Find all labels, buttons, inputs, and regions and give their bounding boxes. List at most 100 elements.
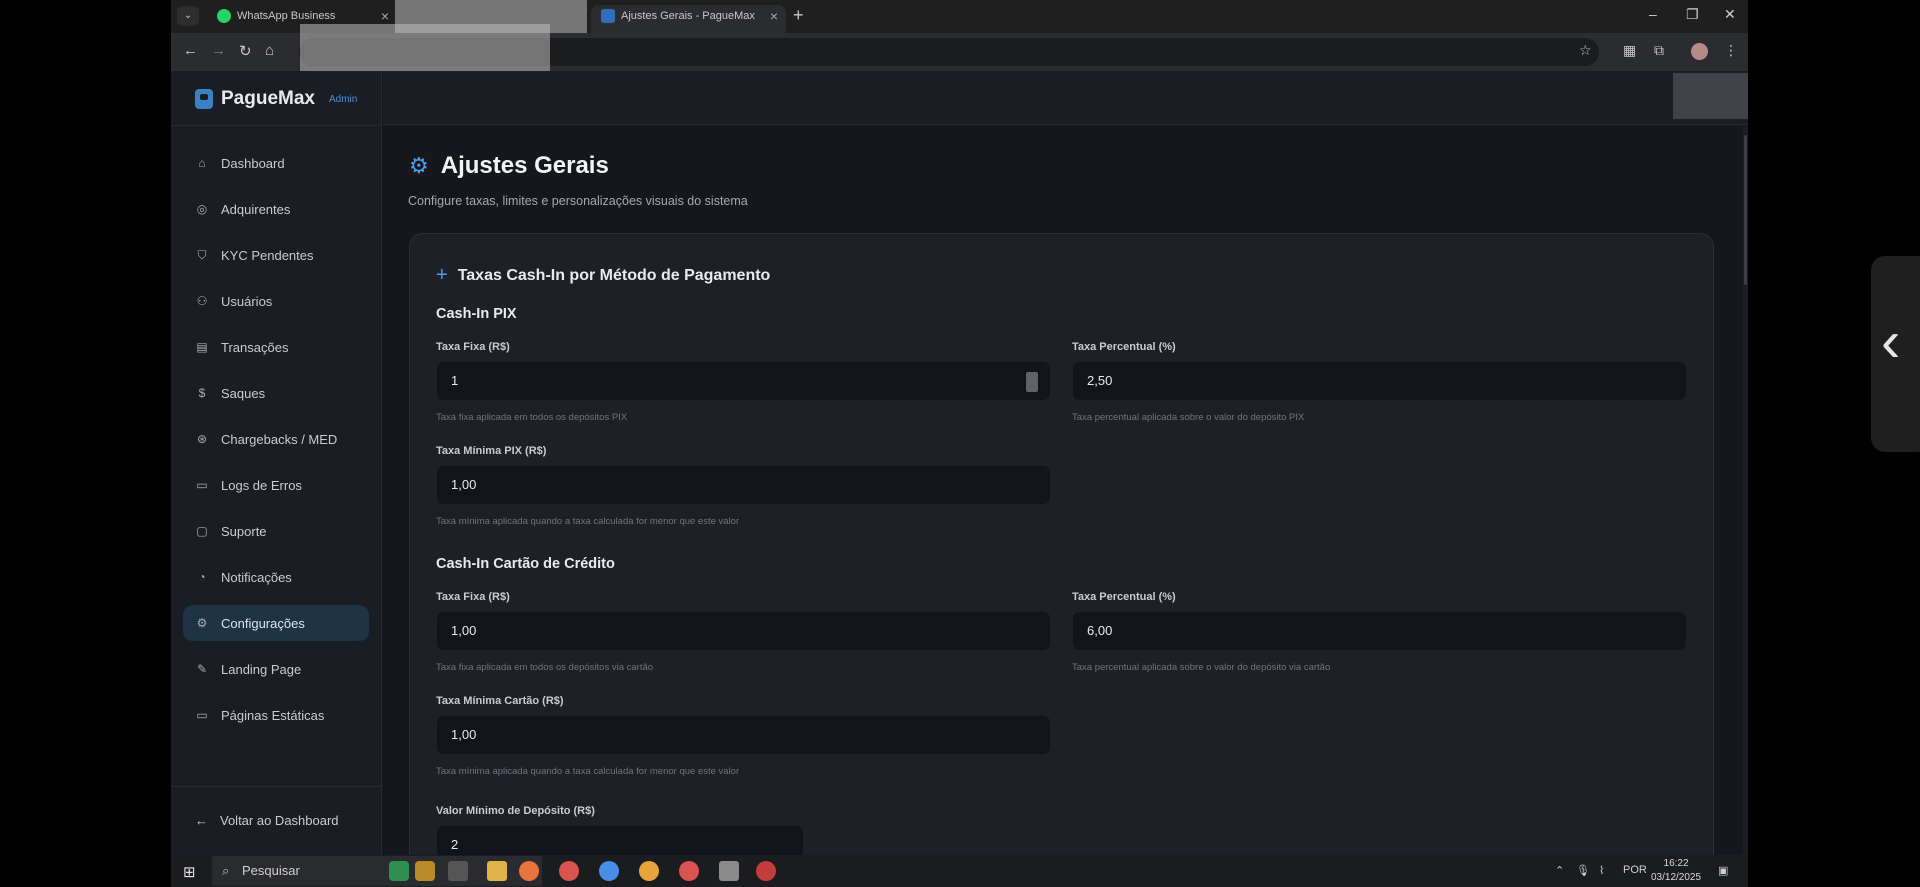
extension-icon[interactable]: ▦ — [1623, 42, 1636, 59]
input-value: 1 — [451, 373, 459, 388]
accessibility-icon[interactable] — [415, 861, 435, 881]
pix-min-hint: Taxa mínima aplicada quando a taxa calcu… — [436, 516, 740, 527]
microphone-icon[interactable]: 🎙 — [1576, 864, 1590, 877]
card-percent-input[interactable]: 6,00 — [1072, 611, 1687, 651]
brand-name: PagueMax — [221, 88, 315, 109]
chat-icon: ▢ — [196, 524, 208, 538]
sidebar-item-landing-page[interactable]: ✎ Landing Page — [183, 651, 369, 687]
sidebar-item-logs[interactable]: ▭ Logs de Erros — [183, 467, 369, 503]
shield-icon: ⛉ — [197, 247, 207, 262]
maximize-icon[interactable]: ❐ — [1686, 6, 1699, 23]
chevron-left-icon: ‹ — [1881, 309, 1901, 374]
edit-icon: ✎ — [196, 662, 208, 676]
card-fixed-label: Taxa Fixa (R$) — [436, 591, 510, 603]
pix-fixed-input[interactable]: 1 — [436, 361, 1051, 401]
app-icon[interactable] — [756, 861, 776, 881]
sidebar-item-paginas-estaticas[interactable]: ▭ Páginas Estáticas — [183, 697, 369, 733]
input-value: 1,00 — [451, 727, 477, 742]
sidebar-item-chargebacks[interactable]: ⊛ Chargebacks / MED — [183, 421, 369, 457]
input-value: 1,00 — [451, 623, 477, 638]
search-icon: ⌕ — [222, 863, 230, 878]
search-placeholder: Pesquisar — [242, 863, 300, 878]
clock[interactable]: 16:22 03/12/2025 — [1651, 857, 1701, 885]
card-percent-hint: Taxa percentual aplicada sobre o valor d… — [1072, 662, 1331, 673]
dollar-circle-icon: ⊛ — [196, 432, 208, 446]
arrow-left-icon: ← — [195, 813, 208, 828]
sidebar-item-label: Chargebacks / MED — [221, 431, 338, 447]
sidebar-item-label: KYC Pendentes — [221, 247, 314, 263]
side-panel-handle[interactable]: ‹ — [1871, 256, 1920, 452]
puzzle-icon[interactable]: ⧉ — [1654, 42, 1664, 59]
menu-icon[interactable]: ⋮ — [1724, 42, 1738, 59]
paguemax-favicon-icon — [601, 9, 615, 23]
pix-fixed-hint: Taxa fixa aplicada em todos os depósitos… — [436, 412, 628, 423]
home-icon[interactable]: ⌂ — [265, 42, 274, 59]
chrome-icon[interactable] — [519, 861, 539, 881]
card-fixed-input[interactable]: 1,00 — [436, 611, 1051, 651]
clipboard-icon: ▤ — [196, 340, 208, 354]
sidebar-item-usuarios[interactable]: ⚇ Usuários — [183, 283, 369, 319]
chrome-icon[interactable] — [599, 861, 619, 881]
close-window-icon[interactable]: ✕ — [1724, 6, 1736, 23]
input-value: 2,50 — [1087, 373, 1113, 388]
card-title-text: Taxas Cash-In por Método de Pagamento — [457, 266, 771, 284]
app-icon[interactable] — [719, 861, 739, 881]
chrome-icon[interactable] — [559, 861, 579, 881]
accessibility-icon[interactable] — [389, 861, 409, 881]
new-tab-icon[interactable]: + — [793, 5, 804, 26]
home-icon: ⌂ — [198, 156, 206, 170]
page-title: Ajustes Gerais — [440, 152, 609, 179]
sidebar-item-notificacoes[interactable]: ◔ Notificações — [183, 559, 369, 595]
sidebar-item-saques[interactable]: $ Saques — [183, 375, 369, 411]
page-subtitle: Configure taxas, limites e personalizaçõ… — [408, 194, 748, 208]
task-view-icon[interactable] — [448, 861, 468, 881]
sidebar-item-label: Landing Page — [221, 661, 302, 677]
min-deposit-input[interactable]: 2 — [436, 825, 804, 855]
language-indicator[interactable]: POR — [1623, 864, 1647, 876]
sidebar-item-adquirentes[interactable]: ◎ Adquirentes — [183, 191, 369, 227]
chrome-icon[interactable] — [639, 861, 659, 881]
pix-min-input[interactable]: 1,00 — [436, 465, 1051, 505]
sidebar-item-label: Saques — [221, 385, 266, 401]
page-header: ⚙ Ajustes Gerais — [409, 152, 609, 180]
sidebar-item-label: Usuários — [221, 293, 273, 309]
gear-icon: ⚙ — [196, 616, 208, 630]
card-title: + Taxas Cash-In por Método de Pagamento — [436, 264, 770, 287]
pix-percent-input[interactable]: 2,50 — [1072, 361, 1687, 401]
forward-icon[interactable]: → — [211, 42, 226, 59]
windows-start-icon[interactable]: ⊞ — [183, 863, 196, 881]
close-icon[interactable]: × — [770, 5, 778, 27]
file-icon: ▭ — [196, 478, 208, 492]
back-icon[interactable]: ← — [183, 42, 198, 59]
target-icon: ◎ — [196, 202, 208, 216]
minimize-icon[interactable]: – — [1649, 6, 1657, 22]
chevron-up-icon[interactable]: ⌃ — [1555, 864, 1564, 877]
notification-icon[interactable]: ▣ — [1718, 864, 1728, 877]
scrollbar-thumb[interactable] — [1744, 135, 1747, 285]
sidebar-item-dashboard[interactable]: ⌂ Dashboard — [183, 145, 369, 181]
profile-avatar[interactable] — [1691, 43, 1708, 60]
sidebar-item-label: Dashboard — [221, 155, 285, 171]
input-value: 2 — [451, 837, 459, 852]
network-icon[interactable]: ⌇ — [1599, 864, 1604, 877]
input-value: 6,00 — [1087, 623, 1113, 638]
file-explorer-icon[interactable] — [487, 861, 507, 881]
tab-paguemax[interactable]: Ajustes Gerais - PagueMax × — [591, 5, 786, 33]
bookmark-star-icon[interactable]: ☆ — [1579, 42, 1592, 59]
card-min-label: Taxa Mínima Cartão (R$) — [436, 695, 564, 707]
card-min-input[interactable]: 1,00 — [436, 715, 1051, 755]
gear-icon: ⚙ — [409, 153, 429, 178]
sidebar-item-label: Logs de Erros — [221, 477, 302, 493]
sidebar-item-transacoes[interactable]: ▤ Transações — [183, 329, 369, 365]
admin-badge: Admin — [328, 93, 358, 105]
sidebar-item-configuracoes[interactable]: ⚙ Configurações — [183, 605, 369, 641]
sidebar-item-suporte[interactable]: ▢ Suporte — [183, 513, 369, 549]
brand[interactable]: PagueMax Admin — [195, 85, 357, 113]
back-to-dashboard-link[interactable]: ← Voltar ao Dashboard — [195, 813, 339, 828]
tab-search-icon[interactable]: ⌄ — [177, 6, 199, 26]
sidebar-item-kyc[interactable]: ⛉ KYC Pendentes — [183, 237, 369, 273]
chrome-icon[interactable] — [679, 861, 699, 881]
sidebar-item-label: Transações — [221, 339, 289, 355]
reload-icon[interactable]: ↻ — [239, 42, 252, 60]
spinner-icon[interactable] — [1026, 372, 1038, 392]
